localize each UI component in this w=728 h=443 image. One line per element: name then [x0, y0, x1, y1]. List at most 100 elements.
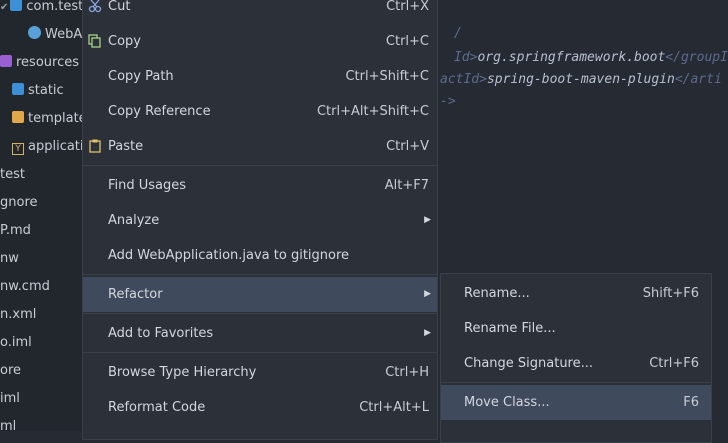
submenu-item-move-class[interactable]: Move Class... F6 — [441, 385, 711, 420]
tree-item-label: iml — [0, 391, 20, 406]
menu-item-label: Copy Reference — [108, 104, 211, 119]
menu-separator — [83, 165, 437, 166]
tree-item[interactable]: n.xml — [0, 303, 36, 327]
context-menu: Cut Ctrl+X Copy Ctrl+C Copy Path Ctrl+Sh… — [82, 0, 438, 440]
tree-item[interactable]: nw.cmd — [0, 275, 50, 299]
menu-item-cut[interactable]: Cut Ctrl+X — [83, 0, 437, 24]
tree-item-label: template — [28, 111, 82, 126]
tree-item-label: applicati — [28, 139, 82, 154]
menu-item-shortcut: Ctrl+H — [385, 365, 429, 380]
tree-item-label: n.xml — [0, 307, 37, 322]
code-tag: actId> — [440, 72, 487, 87]
clipboard-icon — [89, 139, 101, 153]
menu-item-label: Refactor — [108, 287, 163, 302]
submenu-item-rename-file[interactable]: Rename File... — [441, 311, 711, 346]
menu-item-copy-path[interactable]: Copy Path Ctrl+Shift+C — [83, 59, 437, 94]
tree-item[interactable]: ml — [0, 415, 16, 431]
tree-item-label: o.iml — [0, 335, 32, 350]
menu-item-shortcut: Ctrl+F6 — [649, 356, 699, 371]
code-line: / — [454, 26, 462, 41]
submenu-arrow-icon: ▶ — [424, 289, 431, 299]
menu-item-label: Reformat Code — [108, 400, 206, 415]
tree-item[interactable]: o.iml — [0, 331, 32, 355]
project-tree: ✔ com.test WebA resources static template… — [0, 0, 82, 431]
tree-item-label: gnore — [0, 195, 38, 210]
code-tag: </arti — [674, 72, 722, 87]
menu-item-label: Add WebApplication.java to gitignore — [108, 248, 350, 263]
chevron-down-icon[interactable]: ✔ — [0, 2, 8, 13]
menu-item-shortcut: Ctrl+Alt+Shift+C — [316, 104, 429, 119]
tree-item-label: com.test — [26, 0, 82, 14]
folder-icon — [12, 83, 24, 95]
tree-item-package[interactable]: ✔ com.test — [0, 0, 82, 19]
code-value: spring-boot-maven-plugin — [486, 72, 675, 87]
tree-item-label: ore — [0, 363, 22, 378]
code-value: org.springframework.boot — [477, 50, 666, 65]
tree-item-class[interactable]: WebA — [28, 23, 82, 47]
menu-item-refactor[interactable]: Refactor ▶ — [83, 277, 437, 312]
tree-item-application[interactable]: Yapplicati — [12, 135, 82, 159]
submenu-arrow-icon: ▶ — [424, 215, 431, 225]
tree-item-label: nw — [0, 251, 19, 266]
menu-item-shortcut: Ctrl+C — [385, 34, 429, 49]
resources-folder-icon — [0, 55, 12, 67]
class-icon — [28, 26, 41, 39]
code-text: / — [454, 26, 462, 41]
refactor-submenu: Rename... Shift+F6 Rename File... Change… — [440, 273, 712, 443]
code-editor[interactable]: / Id>org.springframework.boot</groupId a… — [440, 0, 728, 120]
menu-item-label: Add to Favorites — [108, 326, 214, 341]
tree-item[interactable]: ore — [0, 359, 21, 383]
menu-item-reformat[interactable]: Reformat Code Ctrl+Alt+L — [83, 390, 437, 425]
scissors-icon — [88, 0, 102, 13]
menu-separator — [83, 352, 437, 353]
tree-item[interactable]: iml — [0, 387, 20, 411]
menu-item-label: Copy — [108, 34, 141, 49]
menu-item-label: Rename... — [464, 286, 530, 301]
tree-item-resources[interactable]: resources — [0, 51, 79, 75]
tree-item-label: static — [28, 83, 64, 98]
menu-item-label: Analyze — [108, 213, 160, 228]
menu-item-shortcut: Ctrl+V — [386, 139, 429, 154]
tree-item-static[interactable]: static — [12, 79, 64, 103]
code-tag: </groupId — [665, 50, 728, 65]
submenu-item-rename[interactable]: Rename... Shift+F6 — [441, 276, 711, 311]
tree-item-label: WebA — [45, 27, 82, 42]
tree-item[interactable]: P.md — [0, 219, 31, 243]
menu-separator — [83, 313, 437, 314]
tree-item[interactable]: gnore — [0, 191, 38, 215]
menu-item-label: Rename File... — [464, 321, 556, 336]
menu-item-label: Move Class... — [464, 395, 550, 410]
submenu-arrow-icon: ▶ — [424, 328, 431, 338]
menu-item-label: Cut — [108, 0, 131, 14]
menu-item-copy-reference[interactable]: Copy Reference Ctrl+Alt+Shift+C — [83, 94, 437, 129]
menu-item-add-favorites[interactable]: Add to Favorites ▶ — [83, 316, 437, 351]
menu-item-paste[interactable]: Paste Ctrl+V — [83, 129, 437, 164]
menu-item-copy[interactable]: Copy Ctrl+C — [83, 24, 437, 59]
yaml-icon: Y — [12, 143, 24, 155]
submenu-item-change-signature[interactable]: Change Signature... Ctrl+F6 — [441, 346, 711, 381]
tree-item-label: test — [0, 167, 25, 182]
code-line: actId>spring-boot-maven-plugin</arti — [440, 72, 722, 87]
menu-item-shortcut: Ctrl+X — [386, 0, 429, 14]
menu-item-browse-hierarchy[interactable]: Browse Type Hierarchy Ctrl+H — [83, 355, 437, 390]
code-line: -> — [440, 94, 456, 109]
tree-item[interactable]: nw — [0, 247, 19, 271]
menu-item-label: Find Usages — [108, 178, 187, 193]
menu-separator — [441, 382, 711, 383]
menu-separator — [83, 274, 437, 275]
menu-item-analyze[interactable]: Analyze ▶ — [83, 203, 437, 238]
tree-item[interactable]: test — [0, 163, 25, 187]
code-line: Id>org.springframework.boot</groupId — [454, 50, 728, 65]
code-tag: Id> — [454, 50, 478, 65]
code-tag: -> — [440, 94, 456, 109]
menu-item-shortcut: F6 — [683, 395, 699, 410]
menu-item-add-gitignore[interactable]: Add WebApplication.java to gitignore — [83, 238, 437, 273]
tree-item-label: resources — [16, 55, 80, 70]
copy-icon — [88, 34, 101, 48]
menu-item-shortcut: Ctrl+Alt+L — [359, 400, 429, 415]
menu-item-find-usages[interactable]: Find Usages Alt+F7 — [83, 168, 437, 203]
menu-item-shortcut: Ctrl+Shift+C — [345, 69, 429, 84]
package-icon — [10, 0, 23, 11]
menu-item-label: Change Signature... — [464, 356, 594, 371]
tree-item-templates[interactable]: template — [12, 107, 82, 131]
